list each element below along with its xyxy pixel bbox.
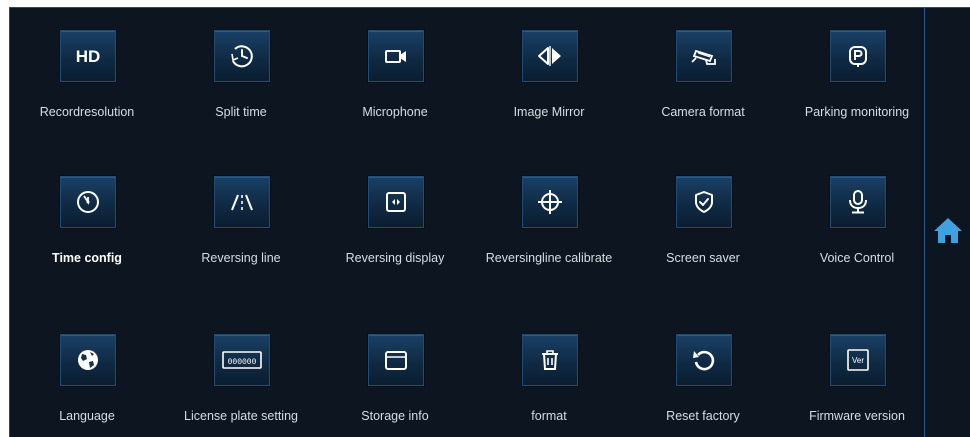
screen: HD Recordresolution Split time Microphon… (0, 0, 970, 437)
tile-label: Time config (52, 251, 122, 265)
tile-language[interactable]: Language (10, 312, 164, 432)
tile-camera-format[interactable]: Camera format (626, 8, 780, 128)
tile-reversing-display[interactable]: Reversing display (318, 154, 472, 274)
reversing-line-icon[interactable] (214, 176, 270, 228)
version-icon[interactable]: Ver (830, 334, 886, 386)
tile-label: Camera format (661, 105, 745, 119)
globe-icon[interactable] (60, 334, 116, 386)
clock-icon[interactable] (214, 30, 270, 82)
tile-reversingline-calibrate[interactable]: Reversingline calibrate (472, 154, 626, 274)
tile-label: Storage info (361, 409, 429, 423)
tile-label: Reversingline calibrate (485, 251, 613, 265)
tile-reset-factory[interactable]: Reset factory (626, 312, 780, 432)
folder-icon[interactable] (368, 334, 424, 386)
tile-label: Reset factory (666, 409, 740, 423)
reset-icon[interactable] (676, 334, 732, 386)
microphone-icon[interactable] (830, 176, 886, 228)
tile-storage-info[interactable]: Storage info (318, 312, 472, 432)
tile-split-time[interactable]: Split time (164, 8, 318, 128)
right-sidebar (925, 8, 970, 437)
stopwatch-icon[interactable] (60, 176, 116, 228)
tile-label: Reversing display (345, 251, 445, 265)
camcorder-icon[interactable] (368, 30, 424, 82)
tile-image-mirror[interactable]: Image Mirror (472, 8, 626, 128)
svg-text:Ver: Ver (852, 356, 864, 365)
hd-icon[interactable]: HD (60, 30, 116, 82)
tile-license-plate[interactable]: 000000 License plate setting (164, 312, 318, 432)
tile-label: Voice Control (819, 251, 895, 265)
tile-microphone[interactable]: Microphone (318, 8, 472, 128)
parking-icon[interactable] (830, 30, 886, 82)
tile-label: Recordresolution (39, 105, 135, 119)
license-plate-icon[interactable]: 000000 (214, 334, 270, 386)
tile-label: Split time (215, 105, 267, 119)
display-icon[interactable] (368, 176, 424, 228)
tile-format[interactable]: format (472, 312, 626, 432)
trash-icon[interactable] (522, 334, 578, 386)
svg-text:HD: HD (76, 47, 101, 66)
crosshair-icon[interactable] (522, 176, 578, 228)
svg-text:000000: 000000 (228, 358, 257, 367)
tile-label: Screen saver (666, 251, 740, 265)
tile-label: format (531, 409, 567, 423)
tile-label: Image Mirror (513, 105, 585, 119)
tile-label: Language (59, 409, 115, 423)
settings-panel: HD Recordresolution Split time Microphon… (9, 7, 970, 437)
tile-label: License plate setting (184, 409, 298, 423)
tile-reversing-line[interactable]: Reversing line (164, 154, 318, 274)
home-icon[interactable] (930, 212, 966, 248)
tile-firmware-version[interactable]: Ver Firmware version (780, 312, 934, 432)
tile-time-config[interactable]: Time config (10, 154, 164, 274)
tile-label: Parking monitoring (804, 105, 910, 119)
mirror-icon[interactable] (522, 30, 578, 82)
tile-record-resolution[interactable]: HD Recordresolution (10, 8, 164, 128)
tile-screen-saver[interactable]: Screen saver (626, 154, 780, 274)
settings-grid: HD Recordresolution Split time Microphon… (10, 8, 924, 437)
tile-parking-monitoring[interactable]: Parking monitoring (780, 8, 934, 128)
tile-label: Reversing line (201, 251, 281, 265)
tile-voice-control[interactable]: Voice Control (780, 154, 934, 274)
tile-label: Microphone (362, 105, 428, 119)
security-camera-icon[interactable] (676, 30, 732, 82)
tile-label: Firmware version (809, 409, 905, 423)
shield-check-icon[interactable] (676, 176, 732, 228)
